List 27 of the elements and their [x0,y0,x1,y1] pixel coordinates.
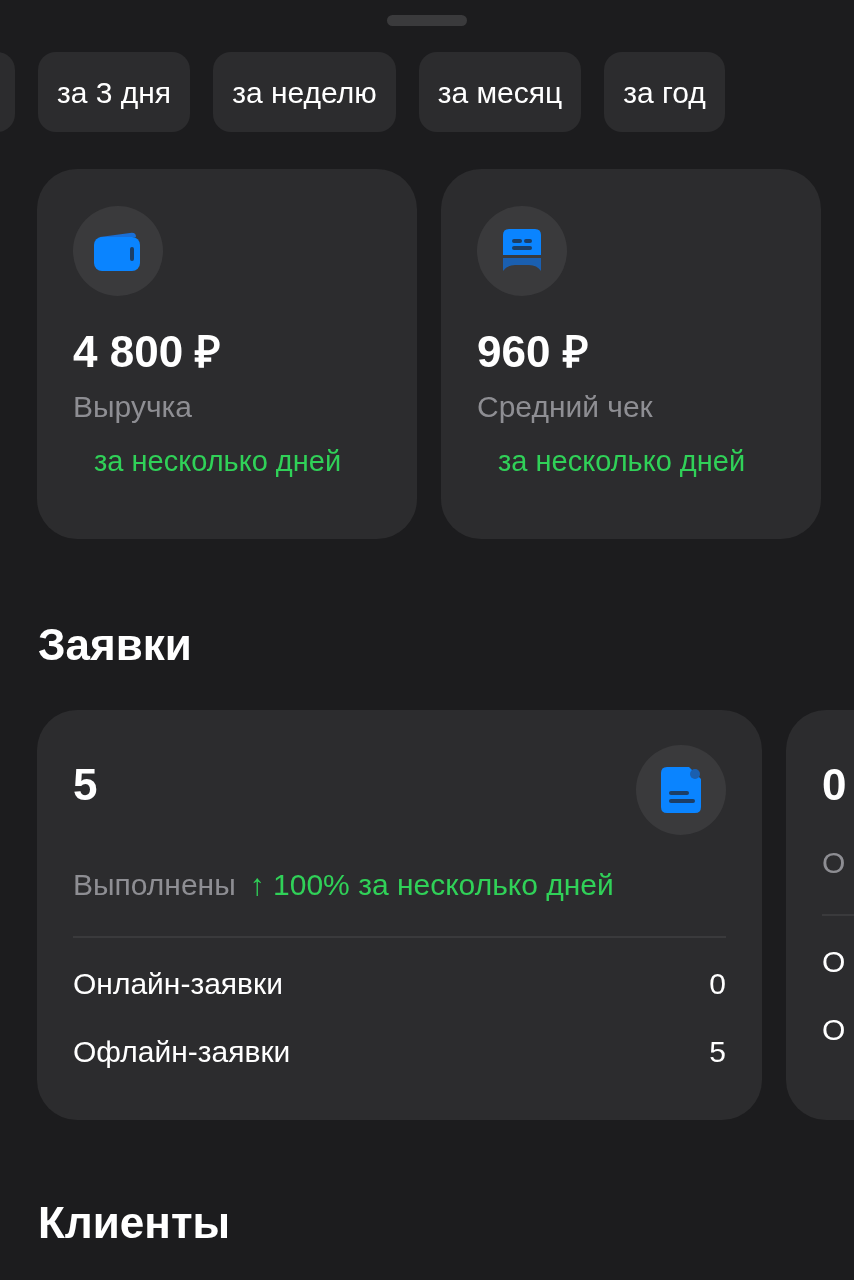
orders-label: Выполнены [73,867,236,903]
row-label: О [822,944,846,980]
trend-text: за несколько дней [94,445,342,477]
row-label: Офлайн-заявки [73,1034,291,1070]
period-chip[interactable]: за неделю [213,52,396,132]
period-chip[interactable]: за год [604,52,725,132]
row-label: Онлайн-заявки [73,966,283,1002]
row-value: 0 [709,966,726,1002]
receipt-icon [503,229,541,273]
section-title: Клиенты [38,1197,232,1249]
orders-count: 0 [822,759,847,811]
metric-label: Средний чек [477,390,653,423]
row-label: О [822,1012,846,1048]
orders-count: 5 [73,759,98,811]
wallet-icon [94,231,142,271]
metric-value: 4 800 ₽ [73,327,222,376]
orders-label: О [822,845,846,881]
row-value: 5 [709,1034,726,1070]
trend-text: за несколько дней [498,445,746,477]
drag-handle[interactable] [387,15,467,26]
period-chip[interactable]: за 3 дня [38,52,191,132]
trend-text: ↑ 100% за несколько дней [249,867,614,903]
section-title: Заявки [38,619,193,671]
period-chip[interactable]: за месяц [418,52,582,132]
metric-label: Выручка [73,390,193,423]
metric-value: 960 ₽ [477,327,589,376]
document-icon [661,767,701,813]
